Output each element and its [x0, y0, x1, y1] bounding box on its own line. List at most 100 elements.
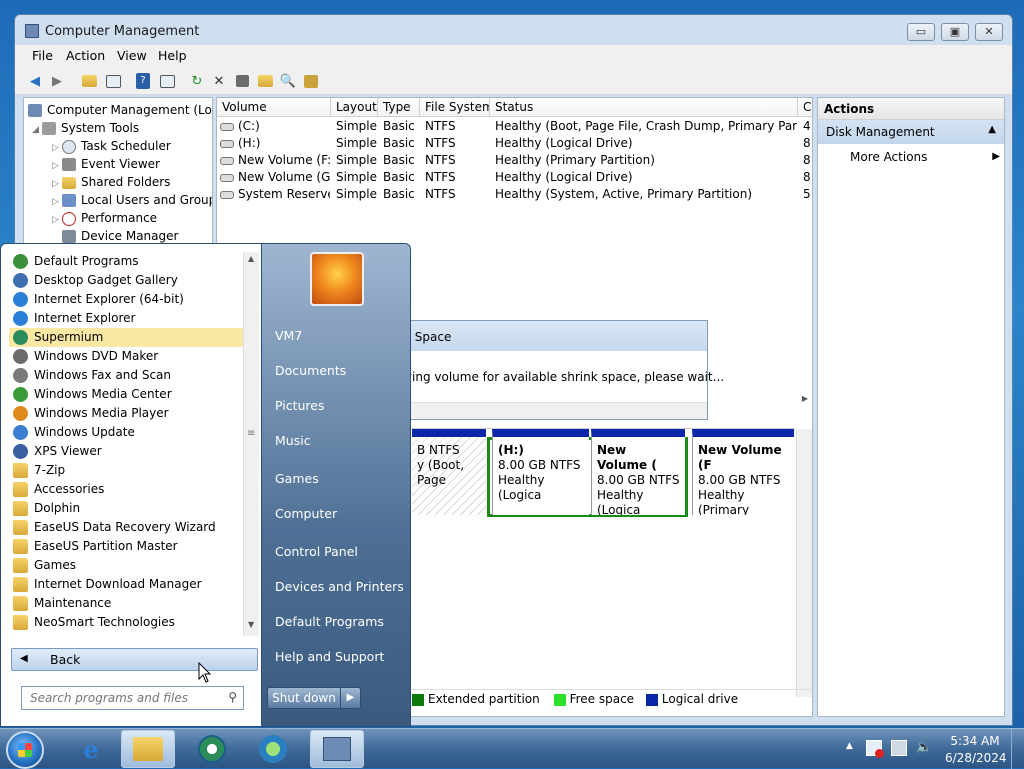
partition-h[interactable]: (H:) 8.00 GB NTFS Healthy (Logica: [492, 429, 589, 515]
sm-link-computer[interactable]: Computer: [275, 506, 337, 521]
program-item[interactable]: Accessories: [9, 480, 243, 499]
back-arrow-icon[interactable]: ◀: [25, 71, 45, 91]
column-header-type[interactable]: Type: [378, 98, 420, 117]
column-header-layout[interactable]: Layout: [331, 98, 378, 117]
taskbar-download-manager[interactable]: [246, 730, 300, 768]
clock-date[interactable]: 6/28/2024: [945, 751, 1007, 765]
tree-root-computer-management[interactable]: Computer Management (Local: [28, 101, 212, 119]
disk-map-scrollbar[interactable]: [796, 429, 812, 697]
show-hide-action-pane-icon[interactable]: [157, 71, 177, 91]
program-item[interactable]: Desktop Gadget Gallery: [9, 271, 243, 290]
expand-arrow-icon[interactable]: ▷: [52, 211, 62, 229]
show-hide-tree-icon[interactable]: [103, 71, 123, 91]
tree-item-system-tools[interactable]: ◢ System Tools: [32, 119, 139, 137]
search-input[interactable]: Search programs and files ⚲: [21, 686, 244, 710]
column-header-volume[interactable]: Volume: [217, 98, 331, 117]
minimize-button[interactable]: ▭: [907, 23, 935, 41]
show-hidden-icons-arrow-icon[interactable]: ▲: [846, 741, 853, 751]
sm-link-default-programs[interactable]: Default Programs: [275, 614, 384, 629]
open-folder-icon[interactable]: [255, 71, 275, 91]
maximize-button[interactable]: ▣: [941, 23, 969, 41]
delete-icon[interactable]: ✕: [209, 71, 229, 91]
help-icon[interactable]: ?: [133, 71, 153, 91]
program-item[interactable]: Maintenance: [9, 594, 243, 613]
user-avatar[interactable]: [310, 252, 364, 306]
program-item[interactable]: Windows Update: [9, 423, 243, 442]
program-item[interactable]: Windows Media Player: [9, 404, 243, 423]
partition-f[interactable]: New Volume (F 8.00 GB NTFS Healthy (Prim…: [692, 429, 794, 515]
column-header-status[interactable]: Status: [490, 98, 798, 117]
start-button[interactable]: [6, 731, 44, 769]
scroll-up-arrow-icon[interactable]: ▲: [248, 254, 254, 263]
disk-properties-icon[interactable]: [301, 71, 321, 91]
show-desktop-button[interactable]: [1011, 729, 1024, 769]
program-item[interactable]: Internet Explorer (64-bit): [9, 290, 243, 309]
program-item[interactable]: NeoSmart Technologies: [9, 613, 243, 632]
sm-link-documents[interactable]: Documents: [275, 363, 346, 378]
column-header-file-system[interactable]: File System: [420, 98, 490, 117]
menu-action[interactable]: Action: [66, 48, 105, 63]
scroll-down-arrow-icon[interactable]: ▼: [248, 620, 254, 629]
volume-cell[interactable]: New Volume (F:): [220, 152, 330, 169]
sm-link-games[interactable]: Games: [275, 471, 319, 486]
refresh-icon[interactable]: ↻: [187, 71, 207, 91]
taskbar-supermium[interactable]: [185, 730, 239, 768]
program-item[interactable]: Games: [9, 556, 243, 575]
program-item[interactable]: Windows Fax and Scan: [9, 366, 243, 385]
collapse-section-icon[interactable]: ▲: [988, 124, 996, 135]
taskbar-computer-management[interactable]: [310, 730, 364, 768]
tree-item-shared-folders[interactable]: ▷ Shared Folders: [52, 173, 170, 191]
scroll-right-arrow-icon[interactable]: ▶: [797, 394, 812, 408]
sm-link-help[interactable]: Help and Support: [275, 649, 384, 664]
taskbar-windows-explorer[interactable]: [121, 730, 175, 768]
clock-time[interactable]: 5:34 AM: [950, 734, 1000, 748]
tree-item-task-scheduler[interactable]: ▷ Task Scheduler: [52, 137, 171, 155]
sm-link-music[interactable]: Music: [275, 433, 311, 448]
programs-scrollbar[interactable]: ▲ ≡ ▼: [243, 252, 259, 636]
program-item[interactable]: Default Programs: [9, 252, 243, 271]
partition-g[interactable]: New Volume ( 8.00 GB NTFS Healthy (Logic…: [591, 429, 685, 515]
scroll-thumb-grip-icon[interactable]: ≡: [247, 428, 255, 439]
program-item[interactable]: XPS Viewer: [9, 442, 243, 461]
tree-item-performance[interactable]: ▷ Performance: [52, 209, 157, 227]
forward-arrow-icon[interactable]: ▶: [47, 71, 67, 91]
back-button[interactable]: ◀ Back: [11, 648, 258, 671]
program-item[interactable]: Supermium: [9, 328, 243, 347]
tree-item-local-users-groups[interactable]: ▷ Local Users and Groups: [52, 191, 212, 209]
volume-cell[interactable]: System Reserved: [220, 186, 330, 203]
volume-muted-icon[interactable]: 🔈: [916, 740, 932, 756]
sm-link-pictures[interactable]: Pictures: [275, 398, 325, 413]
tree-item-event-viewer[interactable]: ▷ Event Viewer: [52, 155, 160, 173]
network-icon[interactable]: [891, 740, 907, 756]
program-item[interactable]: Windows DVD Maker: [9, 347, 243, 366]
program-item[interactable]: EaseUS Partition Master: [9, 537, 243, 556]
collapse-arrow-icon[interactable]: ◢: [32, 121, 42, 139]
volume-cell[interactable]: (C:): [220, 118, 330, 135]
sm-link-user[interactable]: VM7: [275, 328, 302, 343]
more-actions-item[interactable]: More Actions ▶: [850, 150, 1000, 164]
program-item[interactable]: Internet Explorer: [9, 309, 243, 328]
search-icon[interactable]: 🔍: [278, 71, 298, 91]
close-button[interactable]: ✕: [975, 23, 1003, 41]
menu-file[interactable]: File: [32, 48, 53, 63]
program-item[interactable]: 7-Zip: [9, 461, 243, 480]
program-item[interactable]: Internet Download Manager: [9, 575, 243, 594]
sm-link-control-panel[interactable]: Control Panel: [275, 544, 358, 559]
actions-section-disk-management[interactable]: Disk Management ▲: [818, 120, 1004, 144]
up-folder-icon[interactable]: [79, 71, 99, 91]
program-item[interactable]: Dolphin: [9, 499, 243, 518]
program-item[interactable]: Windows Media Center: [9, 385, 243, 404]
program-item[interactable]: EaseUS Data Recovery Wizard: [9, 518, 243, 537]
menu-help[interactable]: Help: [158, 48, 187, 63]
shutdown-button[interactable]: Shut down: [267, 687, 341, 709]
partition-c[interactable]: B NTFS y (Boot, Page: [412, 429, 486, 515]
title-bar[interactable]: Computer Management ▭ ▣ ✕: [15, 15, 1012, 45]
column-header-capacity[interactable]: C: [798, 98, 812, 117]
shutdown-options-arrow-icon[interactable]: ▶: [341, 687, 361, 709]
taskbar-internet-explorer[interactable]: e: [64, 730, 118, 768]
action-center-icon[interactable]: [866, 740, 884, 758]
volume-cell[interactable]: (H:): [220, 135, 330, 152]
menu-view[interactable]: View: [117, 48, 147, 63]
properties-icon[interactable]: [232, 71, 252, 91]
search-icon[interactable]: ⚲: [228, 690, 237, 704]
